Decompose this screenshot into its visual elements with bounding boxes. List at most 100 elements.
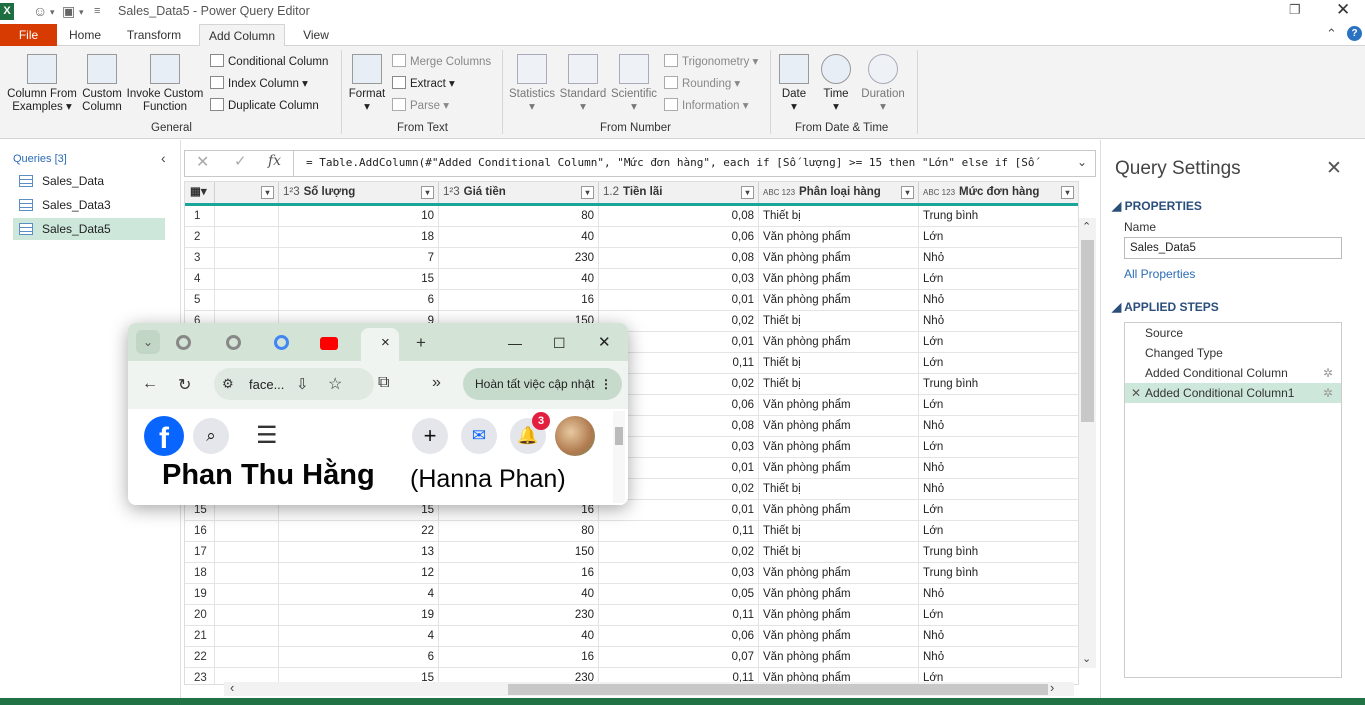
table-cell[interactable]: 16 xyxy=(439,647,599,667)
close-window-icon[interactable]: ✕ xyxy=(1336,0,1350,20)
cancel-formula-icon[interactable]: ✕ xyxy=(196,152,209,172)
filter-dropdown-icon[interactable]: ▾ xyxy=(421,186,434,199)
table-cell[interactable]: 15 xyxy=(279,269,439,289)
table-row[interactable]: 21 4 40 0,06 Văn phòng phẩm Nhỏ xyxy=(185,626,1078,647)
table-cell[interactable]: 19 xyxy=(279,605,439,625)
table-cell[interactable]: 0,06 xyxy=(599,227,759,247)
all-properties-link[interactable]: All Properties xyxy=(1124,267,1195,281)
standard-button[interactable]: Standard ▾ xyxy=(558,54,608,114)
delete-step-icon[interactable]: ✕ xyxy=(1131,383,1141,403)
customize-toolbar-icon[interactable]: ≡ xyxy=(94,5,100,17)
table-cell[interactable]: Thiết bị xyxy=(759,542,919,562)
table-cell[interactable] xyxy=(215,584,279,604)
parse-button[interactable]: Parse ▾ xyxy=(392,97,449,115)
tab-home[interactable]: Home xyxy=(62,24,108,46)
smiley-icon[interactable]: ☺ xyxy=(33,3,47,19)
index-column-button[interactable]: Index Column ▾ xyxy=(210,75,308,93)
table-cell[interactable]: Nhỏ xyxy=(919,584,1078,604)
table-cell[interactable]: Thiết bị xyxy=(759,206,919,226)
table-cell[interactable]: Thiết bị xyxy=(759,479,919,499)
chrome-tab[interactable] xyxy=(274,331,289,355)
table-cell[interactable]: Văn phòng phẩm xyxy=(759,290,919,310)
column-header-tien-lai[interactable]: 1.2 Tiền lãi ▾ xyxy=(599,182,759,203)
step-added-conditional-column[interactable]: Added Conditional Column ✲ xyxy=(1125,363,1341,383)
table-cell[interactable]: Nhỏ xyxy=(919,311,1078,331)
table-cell[interactable]: 0,11 xyxy=(599,605,759,625)
chrome-popup-window[interactable]: ⌄ × + — ☐ ✕ ← ↻ ⚙ face... ⇩ ☆ ⧉ » Hoàn t… xyxy=(128,323,628,505)
conditional-column-button[interactable]: Conditional Column xyxy=(210,53,328,71)
messenger-icon[interactable]: ✉ xyxy=(461,418,497,454)
type-icon[interactable]: 1.2 xyxy=(603,186,619,198)
table-cell[interactable]: Văn phòng phẩm xyxy=(759,395,919,415)
query-item-sales-data[interactable]: Sales_Data xyxy=(13,170,165,192)
install-app-icon[interactable]: ⇩ xyxy=(296,375,309,393)
expand-formula-icon[interactable]: ⌄ xyxy=(1077,155,1087,169)
table-cell[interactable]: Trung bình xyxy=(919,206,1078,226)
column-header-gia-tien[interactable]: 1²3 Giá tiền ▾ xyxy=(439,182,599,203)
table-row[interactable]: 2 18 40 0,06 Văn phòng phẩm Lớn xyxy=(185,227,1078,248)
table-cell[interactable]: Trung bình xyxy=(919,374,1078,394)
extract-button[interactable]: Extract ▾ xyxy=(392,75,455,93)
table-cell[interactable]: 230 xyxy=(439,248,599,268)
table-cell[interactable]: Văn phòng phẩm xyxy=(759,269,919,289)
table-cell[interactable] xyxy=(215,248,279,268)
query-item-sales-data3[interactable]: Sales_Data3 xyxy=(13,194,165,216)
collapse-pane-icon[interactable]: ‹ xyxy=(161,150,166,166)
type-icon[interactable]: 1²3 xyxy=(443,186,460,198)
tab-close-icon[interactable]: × xyxy=(381,331,390,355)
page-scrollbar[interactable] xyxy=(613,411,625,503)
minimize-icon[interactable]: — xyxy=(508,331,522,355)
column-header-so-luong[interactable]: 1²3 Số lượng ▾ xyxy=(279,182,439,203)
column-header-muc-don-hang[interactable]: ABC 123 Mức đơn hàng ▾ xyxy=(919,182,1078,203)
custom-column-button[interactable]: Custom Column xyxy=(80,54,124,114)
back-icon[interactable]: ← xyxy=(142,375,158,393)
filter-dropdown-icon[interactable]: ▾ xyxy=(741,186,754,199)
table-cell[interactable]: 0,11 xyxy=(599,521,759,541)
table-cell[interactable]: 4 xyxy=(279,626,439,646)
table-cell[interactable] xyxy=(215,206,279,226)
table-cell[interactable]: 22 xyxy=(279,521,439,541)
table-row[interactable]: 22 6 16 0,07 Văn phòng phẩm Nhỏ xyxy=(185,647,1078,668)
tab-add-column[interactable]: Add Column xyxy=(199,24,285,47)
statistics-button[interactable]: Statistics ▾ xyxy=(507,54,557,114)
table-row[interactable]: 18 12 16 0,03 Văn phòng phẩm Trung bình xyxy=(185,563,1078,584)
vertical-scroll-thumb[interactable] xyxy=(1081,240,1094,422)
filter-dropdown-icon[interactable]: ▾ xyxy=(261,186,274,199)
table-cell[interactable]: 13 xyxy=(279,542,439,562)
search-icon[interactable]: ⌕ xyxy=(193,418,229,454)
applied-steps-header[interactable]: ◢ APPLIED STEPS xyxy=(1112,300,1219,314)
table-cell[interactable]: 12 xyxy=(279,563,439,583)
table-cell[interactable]: 16 xyxy=(439,563,599,583)
table-cell[interactable]: Lớn xyxy=(919,227,1078,247)
table-cell[interactable]: Nhỏ xyxy=(919,626,1078,646)
chrome-tab-active[interactable] xyxy=(361,328,399,361)
menu-dots-icon[interactable]: ⋮ xyxy=(600,368,612,400)
address-url[interactable]: face... xyxy=(249,377,284,392)
column-header[interactable]: ▾ xyxy=(215,182,279,203)
table-cell[interactable]: Lớn xyxy=(919,332,1078,352)
table-cell[interactable]: Văn phòng phẩm xyxy=(759,626,919,646)
table-cell[interactable] xyxy=(215,563,279,583)
qa-dropdown-icon[interactable]: ▾ xyxy=(50,7,55,18)
table-cell[interactable]: Văn phòng phẩm xyxy=(759,248,919,268)
table-cell[interactable] xyxy=(215,290,279,310)
table-cell[interactable]: 40 xyxy=(439,227,599,247)
type-icon[interactable]: 1²3 xyxy=(283,186,300,198)
table-cell[interactable] xyxy=(215,647,279,667)
reload-icon[interactable]: ↻ xyxy=(178,375,191,395)
table-cell[interactable] xyxy=(215,521,279,541)
table-cell[interactable]: Văn phòng phẩm xyxy=(759,437,919,457)
table-row[interactable]: 5 6 16 0,01 Văn phòng phẩm Nhỏ xyxy=(185,290,1078,311)
table-cell[interactable]: 40 xyxy=(439,626,599,646)
table-row[interactable]: 3 7 230 0,08 Văn phòng phẩm Nhỏ xyxy=(185,248,1078,269)
step-changed-type[interactable]: Changed Type xyxy=(1125,343,1341,363)
table-cell[interactable]: Lớn xyxy=(919,605,1078,625)
column-header-phan-loai-hang[interactable]: ABC 123 Phân loại hàng ▾ xyxy=(759,182,919,203)
table-cell[interactable]: Thiết bị xyxy=(759,311,919,331)
table-cell[interactable]: Thiết bị xyxy=(759,521,919,541)
table-cell[interactable]: 0,01 xyxy=(599,290,759,310)
close-pane-icon[interactable]: ✕ xyxy=(1326,157,1342,180)
table-cell[interactable]: Văn phòng phẩm xyxy=(759,563,919,583)
table-cell[interactable]: Văn phòng phẩm xyxy=(759,584,919,604)
close-icon[interactable]: ✕ xyxy=(598,331,611,355)
